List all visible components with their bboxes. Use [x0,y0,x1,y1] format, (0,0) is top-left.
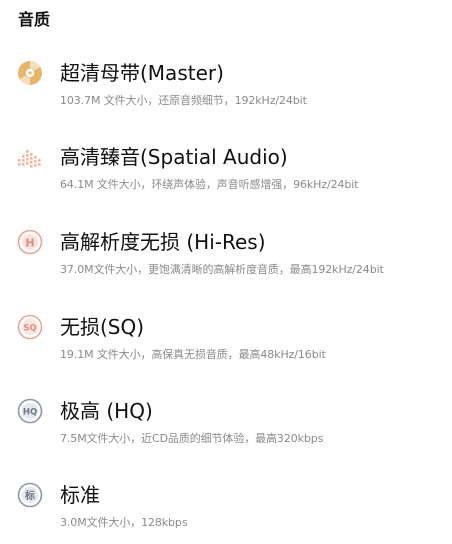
quality-option-title: 高清臻音(Spatial Audio) [60,145,288,169]
sq-icon: SQ [17,314,43,340]
quality-option-hq[interactable]: HQ 极高 (HQ) 7.5M文件大小，近CD品质的细节体验，最高320kbps [0,396,452,460]
quality-option-description: 64.1M 文件大小，环绕声体验，声音听感增强，96kHz/24bit [60,178,359,191]
sq-icon-badge: SQ [23,324,36,334]
hq-icon: HQ [17,398,43,424]
quality-option-title: 无损(SQ) [60,315,145,339]
quality-option-title: 极高 (HQ) [60,399,153,423]
quality-option-title: 高解析度无损 (Hi-Res) [60,230,266,254]
hq-icon-badge: HQ [23,408,37,418]
section-title: 音质 [18,10,51,29]
quality-option-description: 103.7M 文件大小，还原音频细节，192kHz/24bit [60,94,307,107]
quality-option-description: 19.1M 文件大小，高保真无损音质，最高48kHz/16bit [60,348,326,361]
quality-option-description: 37.0M文件大小，更饱满清晰的高解析度音质，最高192kHz/24bit [60,263,384,276]
quality-option-description: 3.0M文件大小，128kbps [60,516,188,529]
hi-res-icon: H [17,229,43,255]
quality-option-title: 超清母带(Master) [60,61,224,85]
quality-option-description: 7.5M文件大小，近CD品质的细节体验，最高320kbps [60,432,324,445]
quality-option-standard[interactable]: 标 标准 3.0M文件大小，128kbps [0,480,452,544]
quality-option-spatial-audio[interactable]: 高清臻音(Spatial Audio) 64.1M 文件大小，环绕声体验，声音听… [0,142,452,206]
master-disc-icon [18,60,42,85]
quality-option-sq[interactable]: SQ 无损(SQ) 19.1M 文件大小，高保真无损音质，最高48kHz/16b… [0,312,452,376]
standard-icon: 标 [17,482,43,508]
quality-option-hi-res[interactable]: H 高解析度无损 (Hi-Res) 37.0M文件大小，更饱满清晰的高解析度音质… [0,227,452,291]
spatial-audio-icon [18,150,41,168]
quality-option-title: 标准 [60,483,100,507]
standard-icon-badge: 标 [24,489,35,502]
quality-option-master[interactable]: 超清母带(Master) 103.7M 文件大小，还原音频细节，192kHz/2… [0,58,452,122]
hi-res-icon-badge: H [25,236,34,249]
